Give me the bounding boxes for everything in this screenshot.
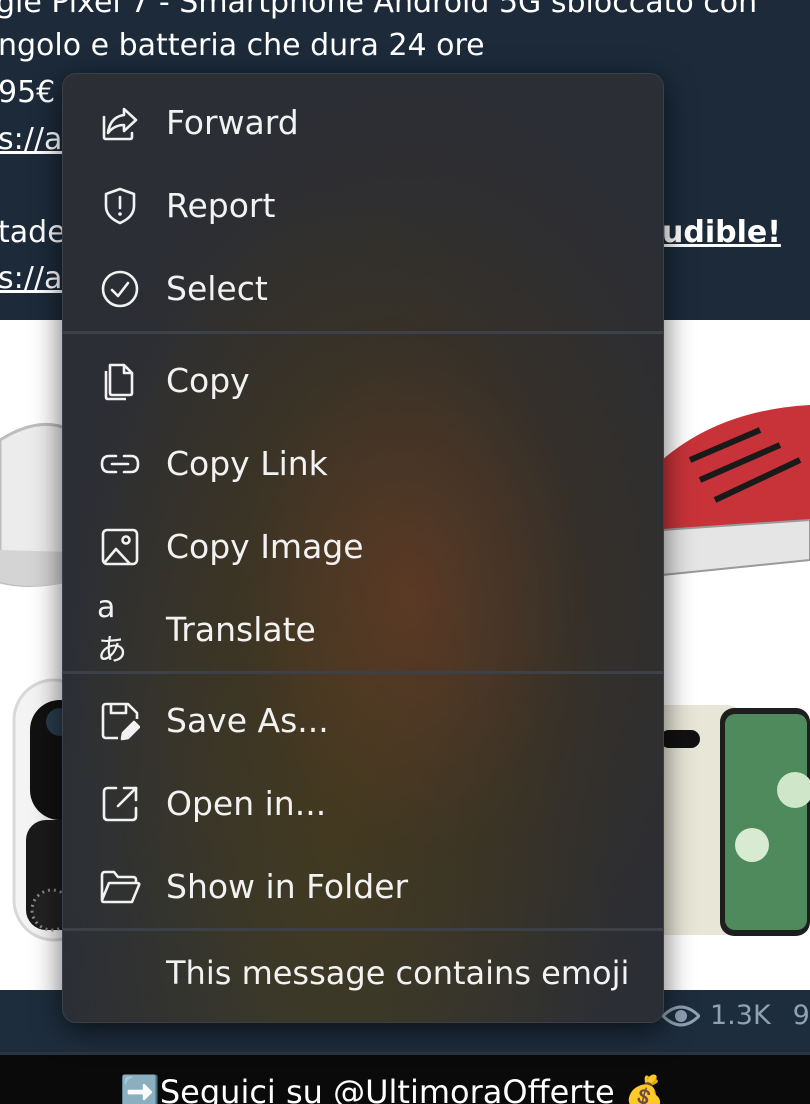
eye-icon bbox=[662, 1004, 700, 1028]
menu-separator bbox=[63, 331, 663, 334]
menu-item-select[interactable]: Select bbox=[63, 247, 663, 330]
message-link-2[interactable]: s://a bbox=[0, 260, 62, 298]
menu-item-show-in-folder[interactable]: Show in Folder bbox=[63, 845, 663, 928]
menu-item-forward[interactable]: Forward bbox=[63, 81, 663, 164]
bottom-bar-text: ➡️Seguici su @UltimoraOfferte 💰 bbox=[120, 1073, 665, 1104]
menu-item-label: Translate bbox=[166, 610, 316, 649]
menu-item-label: Open in... bbox=[166, 784, 327, 823]
message-line-title: gle Pixel 7 - Smartphone Android 5G sblo… bbox=[0, 0, 758, 20]
menu-separator bbox=[63, 671, 663, 674]
menu-item-save-as[interactable]: Save As... bbox=[63, 679, 663, 762]
menu-item-open-in[interactable]: Open in... bbox=[63, 762, 663, 845]
menu-item-report[interactable]: Report bbox=[63, 164, 663, 247]
open-external-icon bbox=[99, 783, 141, 825]
menu-item-label: Copy Link bbox=[166, 444, 328, 483]
views-count: 1.3K bbox=[710, 1000, 771, 1031]
menu-item-translate[interactable]: aあ Translate bbox=[63, 588, 663, 671]
menu-separator bbox=[63, 928, 663, 931]
message-line-subtitle: ngolo e batteria che dura 24 ore bbox=[0, 28, 485, 63]
menu-item-label: Forward bbox=[166, 103, 299, 142]
translate-icon: aあ bbox=[97, 590, 127, 668]
menu-item-label: Copy bbox=[166, 361, 250, 400]
message-line-audible-prefix: tade bbox=[0, 215, 66, 250]
shield-alert-icon bbox=[99, 185, 141, 227]
menu-item-label: Select bbox=[166, 269, 268, 308]
menu-item-label: Copy Image bbox=[166, 527, 364, 566]
emoji-info-note[interactable]: This message contains emoji from bbox=[166, 954, 633, 992]
image-icon bbox=[99, 526, 141, 568]
link-icon bbox=[99, 443, 141, 485]
views-counter: 1.3K 9 bbox=[662, 1000, 810, 1031]
copy-icon bbox=[99, 360, 141, 402]
menu-item-copy-link[interactable]: Copy Link bbox=[63, 422, 663, 505]
check-circle-icon bbox=[99, 268, 141, 310]
message-line-price: 95€ bbox=[0, 75, 56, 110]
forward-icon bbox=[99, 102, 141, 144]
folder-icon bbox=[99, 866, 141, 908]
menu-item-label: Report bbox=[166, 186, 276, 225]
message-link-audible[interactable]: udible! bbox=[662, 214, 781, 252]
bottom-channel-bar[interactable]: ➡️Seguici su @UltimoraOfferte 💰 bbox=[0, 1052, 810, 1104]
context-menu: Forward Report Select Copy Copy Link Cop… bbox=[62, 73, 664, 1023]
menu-item-label: Show in Folder bbox=[166, 867, 409, 906]
footer-extra: 9 bbox=[792, 1000, 810, 1031]
save-as-icon bbox=[99, 700, 141, 742]
menu-item-copy[interactable]: Copy bbox=[63, 339, 663, 422]
menu-item-label: Save As... bbox=[166, 701, 329, 740]
message-link-1[interactable]: s://a bbox=[0, 121, 62, 159]
menu-item-copy-image[interactable]: Copy Image bbox=[63, 505, 663, 588]
